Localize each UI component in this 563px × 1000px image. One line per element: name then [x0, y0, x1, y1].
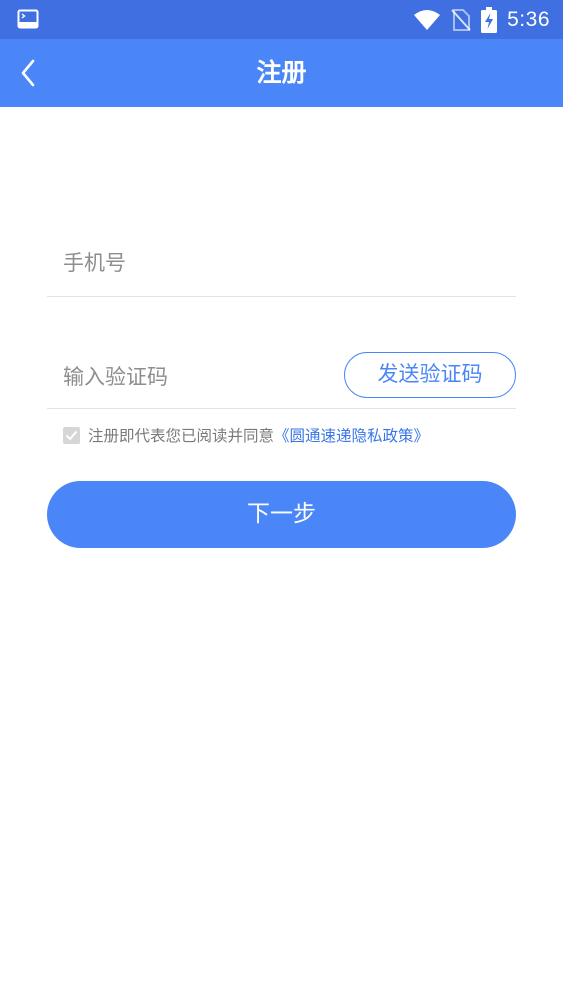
- status-time: 5:36: [507, 7, 550, 31]
- verification-code-input[interactable]: [47, 345, 337, 408]
- terminal-app-icon: [17, 9, 39, 29]
- agreement-checkbox[interactable]: [63, 426, 80, 444]
- checkmark-icon: [65, 430, 78, 440]
- next-step-button[interactable]: 下一步: [47, 481, 516, 548]
- wifi-icon: [414, 9, 441, 30]
- status-icons: 5:36: [413, 0, 550, 39]
- no-sim-icon: [451, 8, 471, 31]
- verification-code-field: 发送验证码: [47, 345, 516, 409]
- phone-input[interactable]: [47, 230, 516, 296]
- page-title: 注册: [256, 58, 307, 87]
- agreement-text: 注册即代表您已阅读并同意: [88, 427, 275, 445]
- phone-field: [47, 230, 516, 297]
- agreement-row: 注册即代表您已阅读并同意 《圆通速递隐私政策》: [63, 424, 429, 446]
- privacy-policy-link[interactable]: 《圆通速递隐私政策》: [274, 424, 429, 446]
- battery-charging-icon: [481, 6, 498, 33]
- status-bar: 5:36: [0, 0, 563, 39]
- send-code-button[interactable]: 发送验证码: [344, 352, 516, 398]
- nav-bar: 注册: [0, 39, 563, 107]
